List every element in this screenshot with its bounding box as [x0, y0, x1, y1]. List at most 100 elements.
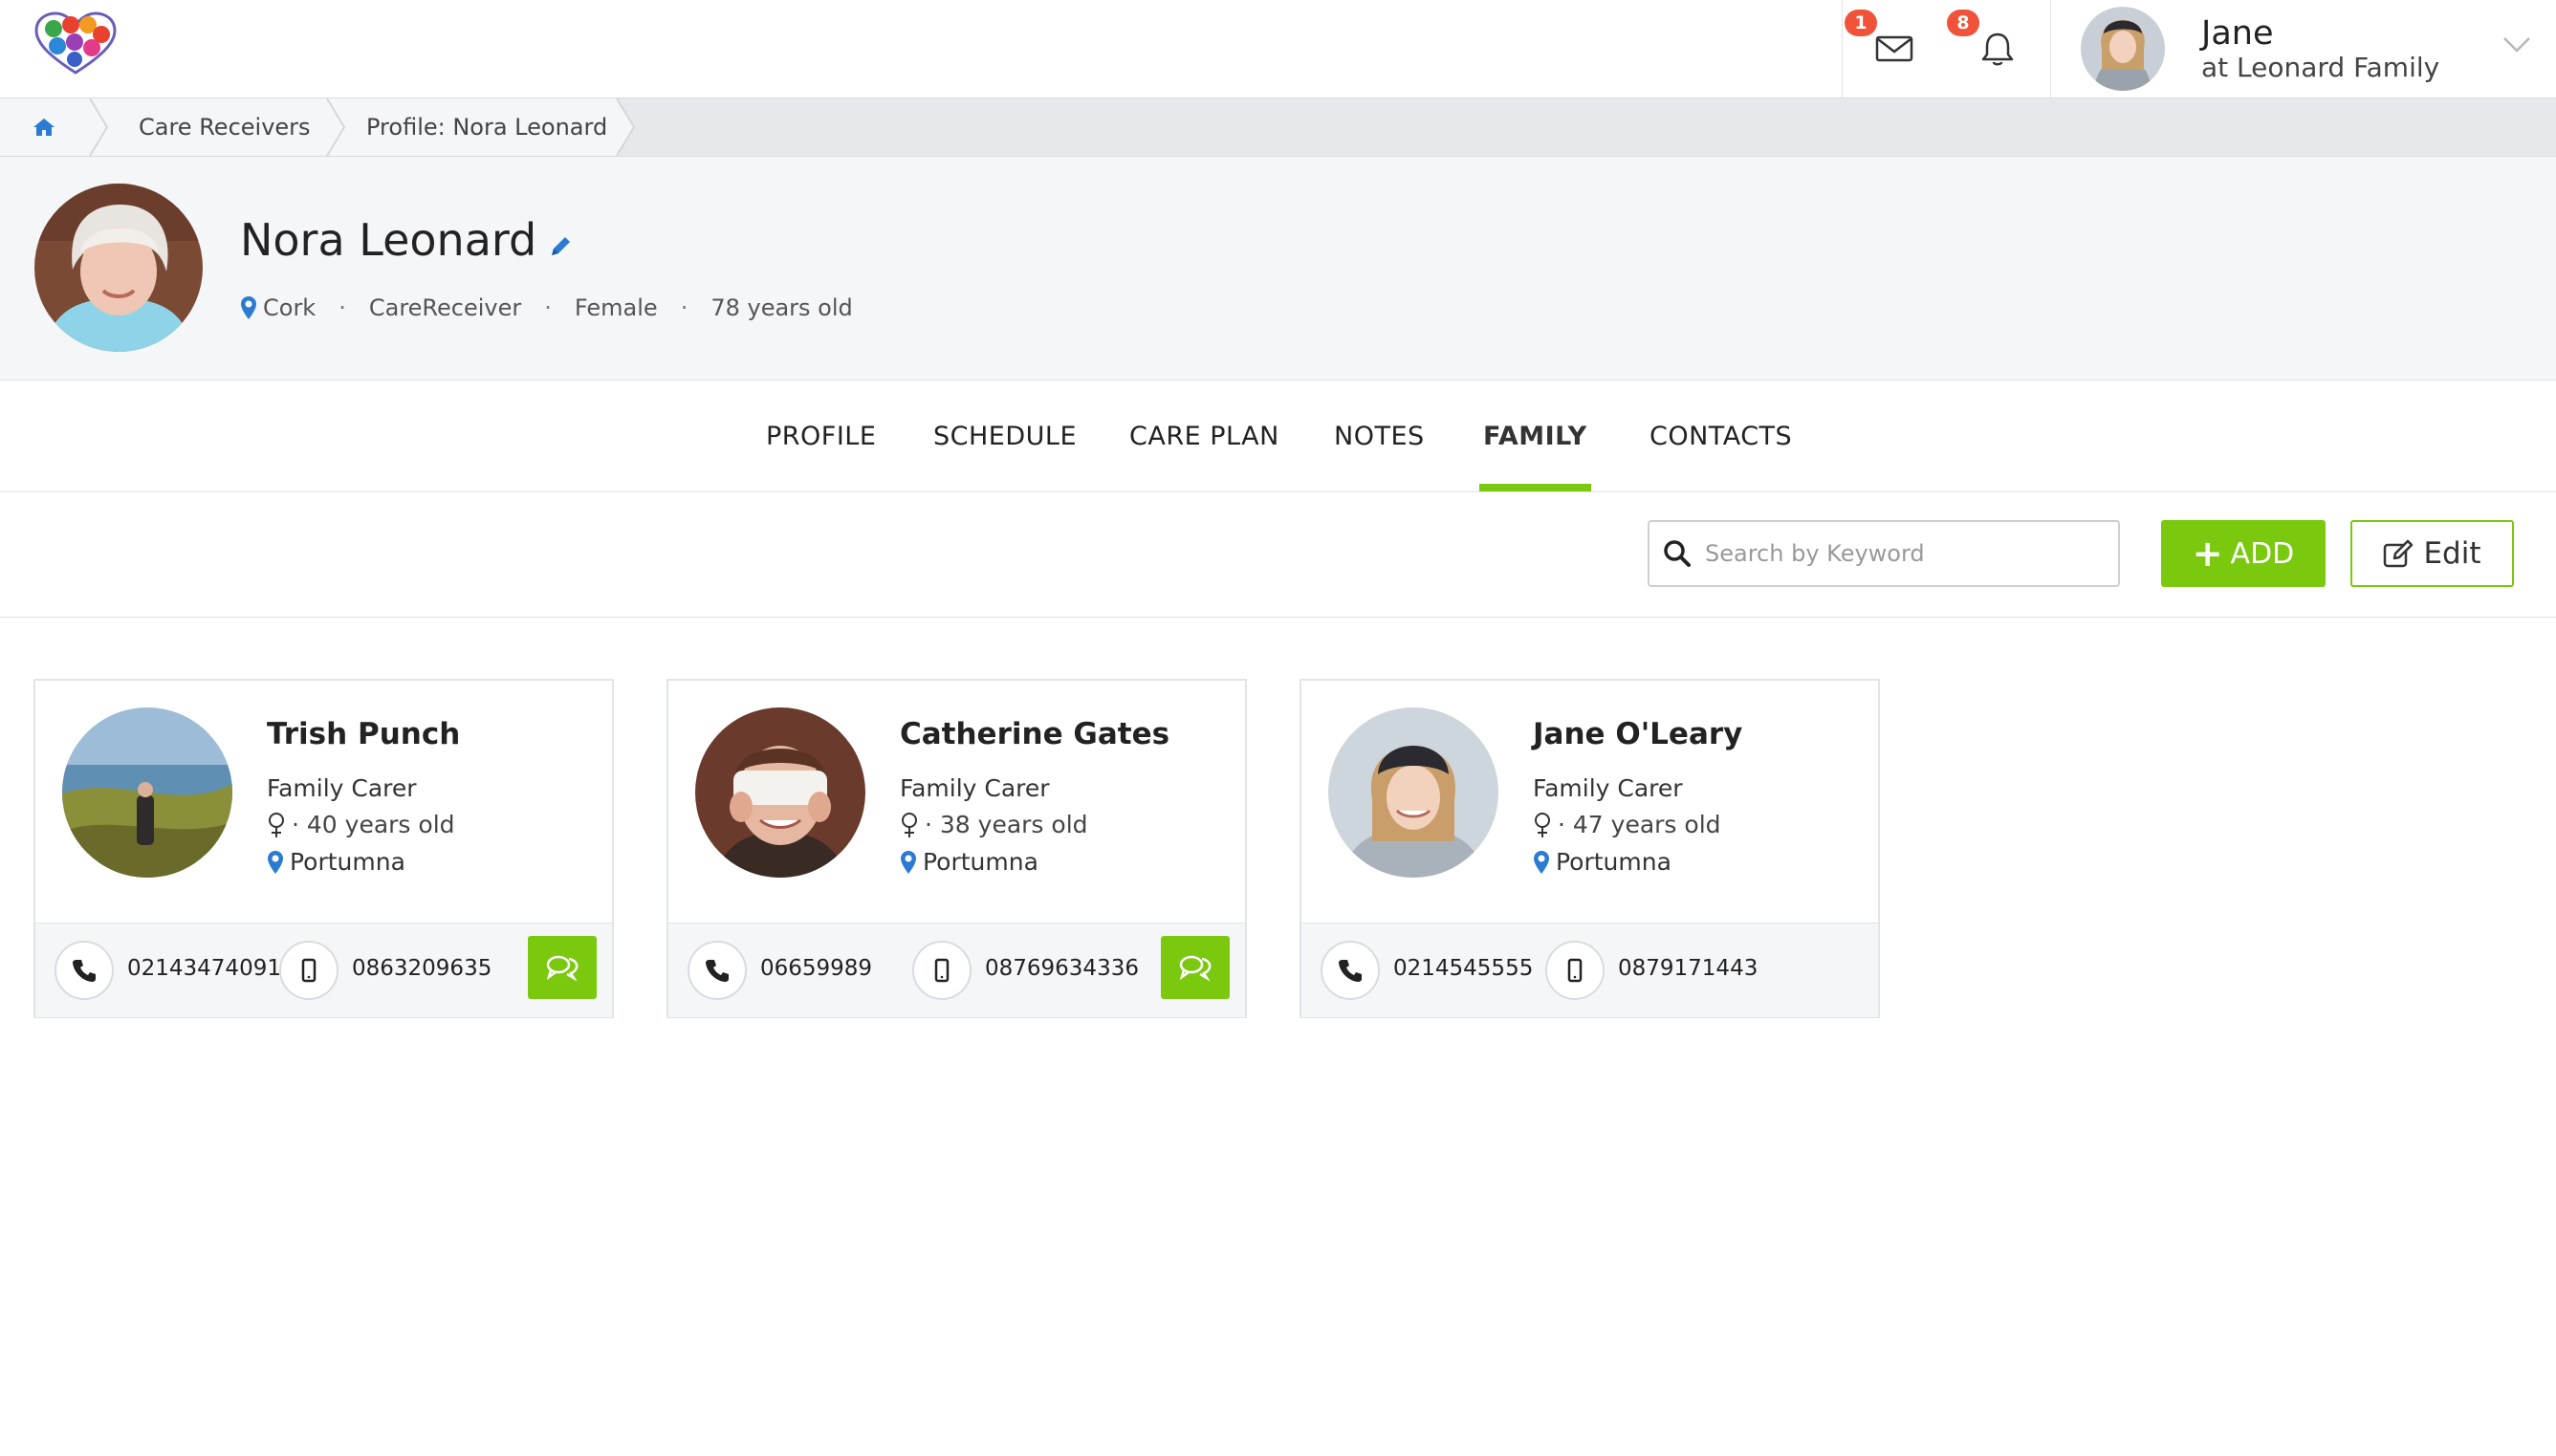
user-family: at Leonard Family [2201, 52, 2440, 84]
home-icon [33, 119, 55, 136]
user-avatar [2081, 7, 2165, 91]
breadcrumb-separator [89, 98, 109, 156]
family-card-info: Catherine Gates Family Carer · 38 years … [668, 681, 1245, 923]
family-card-contacts: 02143474091 0863209635 [35, 923, 612, 1017]
family-member-age: · 40 years old [292, 811, 455, 838]
family-card-info: Jane O'Leary Family Carer · 47 years old… [1301, 681, 1878, 923]
map-pin-icon [268, 850, 283, 874]
female-icon [269, 812, 284, 837]
breadcrumb-home[interactable] [33, 98, 55, 156]
meta-separator: · [544, 294, 552, 321]
female-icon [902, 812, 917, 837]
chat-button[interactable] [1161, 936, 1230, 999]
family-toolbar: + ADD Edit [0, 492, 2556, 618]
family-member-location-row: Portumna [267, 848, 405, 876]
family-member-age: · 38 years old [925, 811, 1088, 838]
breadcrumb-separator [615, 98, 636, 156]
mobile-number[interactable]: 0863209635 [352, 956, 492, 981]
chat-icon [546, 955, 579, 982]
family-member-avatar [1328, 707, 1498, 878]
family-member-location-row: Portumna [900, 848, 1038, 876]
messages-badge: 1 [1845, 10, 1877, 36]
chat-button[interactable] [528, 936, 597, 999]
profile-meta: Cork · CareReceiver · Female · 78 years … [240, 294, 853, 321]
map-pin-icon [241, 296, 256, 319]
profile-age: 78 years old [710, 294, 853, 321]
chat-icon [1179, 955, 1212, 982]
tab-notes[interactable]: NOTES [1334, 380, 1425, 491]
family-member-location: Portumna [1556, 848, 1671, 876]
family-card[interactable]: Trish Punch Family Carer · 40 years old … [33, 679, 614, 1018]
mobile-number[interactable]: 0879171443 [1618, 956, 1758, 981]
family-member-location: Portumna [923, 848, 1038, 876]
profile-avatar [34, 184, 203, 352]
breadcrumb-separator [326, 98, 346, 156]
family-member-age-row: · 40 years old [267, 811, 455, 838]
family-member-role: Family Carer [1533, 774, 1683, 802]
search-icon [1664, 540, 1691, 567]
meta-separator: · [339, 294, 346, 321]
profile-gender: Female [574, 294, 658, 321]
tab-family[interactable]: FAMILY [1479, 380, 1591, 491]
edit-button-label: Edit [2423, 536, 2481, 571]
chevron-down-icon[interactable] [2501, 29, 2533, 61]
family-member-name[interactable]: Trish Punch [267, 717, 460, 751]
family-member-role: Family Carer [267, 774, 417, 802]
phone-number[interactable]: 0214545555 [1393, 956, 1533, 981]
mobile-number[interactable]: 08769634336 [985, 956, 1139, 981]
meta-separator: · [680, 294, 688, 321]
notifications-badge: 8 [1947, 10, 1979, 36]
mobile-icon[interactable] [912, 941, 972, 1000]
family-member-age-row: · 38 years old [900, 811, 1088, 838]
mobile-icon[interactable] [1545, 941, 1605, 1000]
phone-number[interactable]: 06659989 [760, 956, 872, 981]
female-icon [1535, 812, 1550, 837]
envelope-icon [1875, 35, 1913, 62]
family-card-contacts: 0214545555 0879171443 [1301, 923, 1878, 1017]
profile-role: CareReceiver [368, 294, 522, 321]
profile-location: Cork [263, 294, 317, 321]
family-member-age: · 47 years old [1558, 811, 1721, 838]
breadcrumb-care-receivers[interactable]: Care Receivers [139, 98, 311, 156]
pencil-icon[interactable] [548, 234, 573, 259]
tab-contacts[interactable]: CONTACTS [1649, 380, 1792, 491]
map-pin-icon [901, 850, 916, 874]
family-member-role: Family Carer [900, 774, 1050, 802]
search-box[interactable] [1648, 520, 2120, 587]
family-member-name[interactable]: Jane O'Leary [1533, 717, 1742, 751]
family-card[interactable]: Catherine Gates Family Carer · 38 years … [666, 679, 1247, 1018]
breadcrumb-current-profile: Profile: Nora Leonard [366, 114, 608, 141]
notifications-button[interactable]: 8 [1945, 0, 2051, 98]
breadcrumb: Care Receivers Profile: Nora Leonard [0, 98, 2556, 157]
family-member-name[interactable]: Catherine Gates [900, 717, 1169, 751]
family-member-location: Portumna [290, 848, 405, 876]
phone-icon[interactable] [1321, 941, 1380, 1000]
mobile-icon[interactable] [279, 941, 339, 1000]
family-card-info: Trish Punch Family Carer · 40 years old … [35, 681, 612, 923]
family-member-location-row: Portumna [1533, 848, 1671, 876]
top-bar: 1 8 Jane at Leonard Family [0, 0, 2556, 98]
family-card[interactable]: Jane O'Leary Family Carer · 47 years old… [1300, 679, 1880, 1018]
edit-button[interactable]: Edit [2350, 520, 2514, 587]
user-menu[interactable]: Jane at Leonard Family [2081, 0, 2556, 98]
profile-name: Nora Leonard [240, 214, 537, 266]
profile-name-row: Nora Leonard [240, 214, 573, 266]
profile-tabs: PROFILE SCHEDULE CARE PLAN NOTES FAMILY … [0, 380, 2556, 492]
tab-care-plan[interactable]: CARE PLAN [1129, 380, 1279, 491]
edit-icon [2384, 539, 2414, 568]
tab-profile[interactable]: PROFILE [766, 380, 876, 491]
bell-icon [1981, 33, 2014, 66]
add-family-button[interactable]: + ADD [2161, 520, 2326, 587]
profile-header: Nora Leonard Cork · CareReceiver · Femal… [0, 157, 2556, 380]
tab-schedule[interactable]: SCHEDULE [933, 380, 1077, 491]
family-member-age-row: · 47 years old [1533, 811, 1721, 838]
plus-icon: + [2192, 532, 2223, 575]
app-logo[interactable] [33, 11, 119, 76]
phone-icon[interactable] [55, 941, 114, 1000]
phone-number[interactable]: 02143474091 [127, 956, 281, 981]
phone-icon[interactable] [688, 941, 747, 1000]
search-input[interactable] [1703, 539, 2108, 568]
messages-button[interactable]: 1 [1842, 0, 1946, 98]
family-member-avatar [695, 707, 865, 878]
user-name: Jane [2201, 13, 2274, 53]
